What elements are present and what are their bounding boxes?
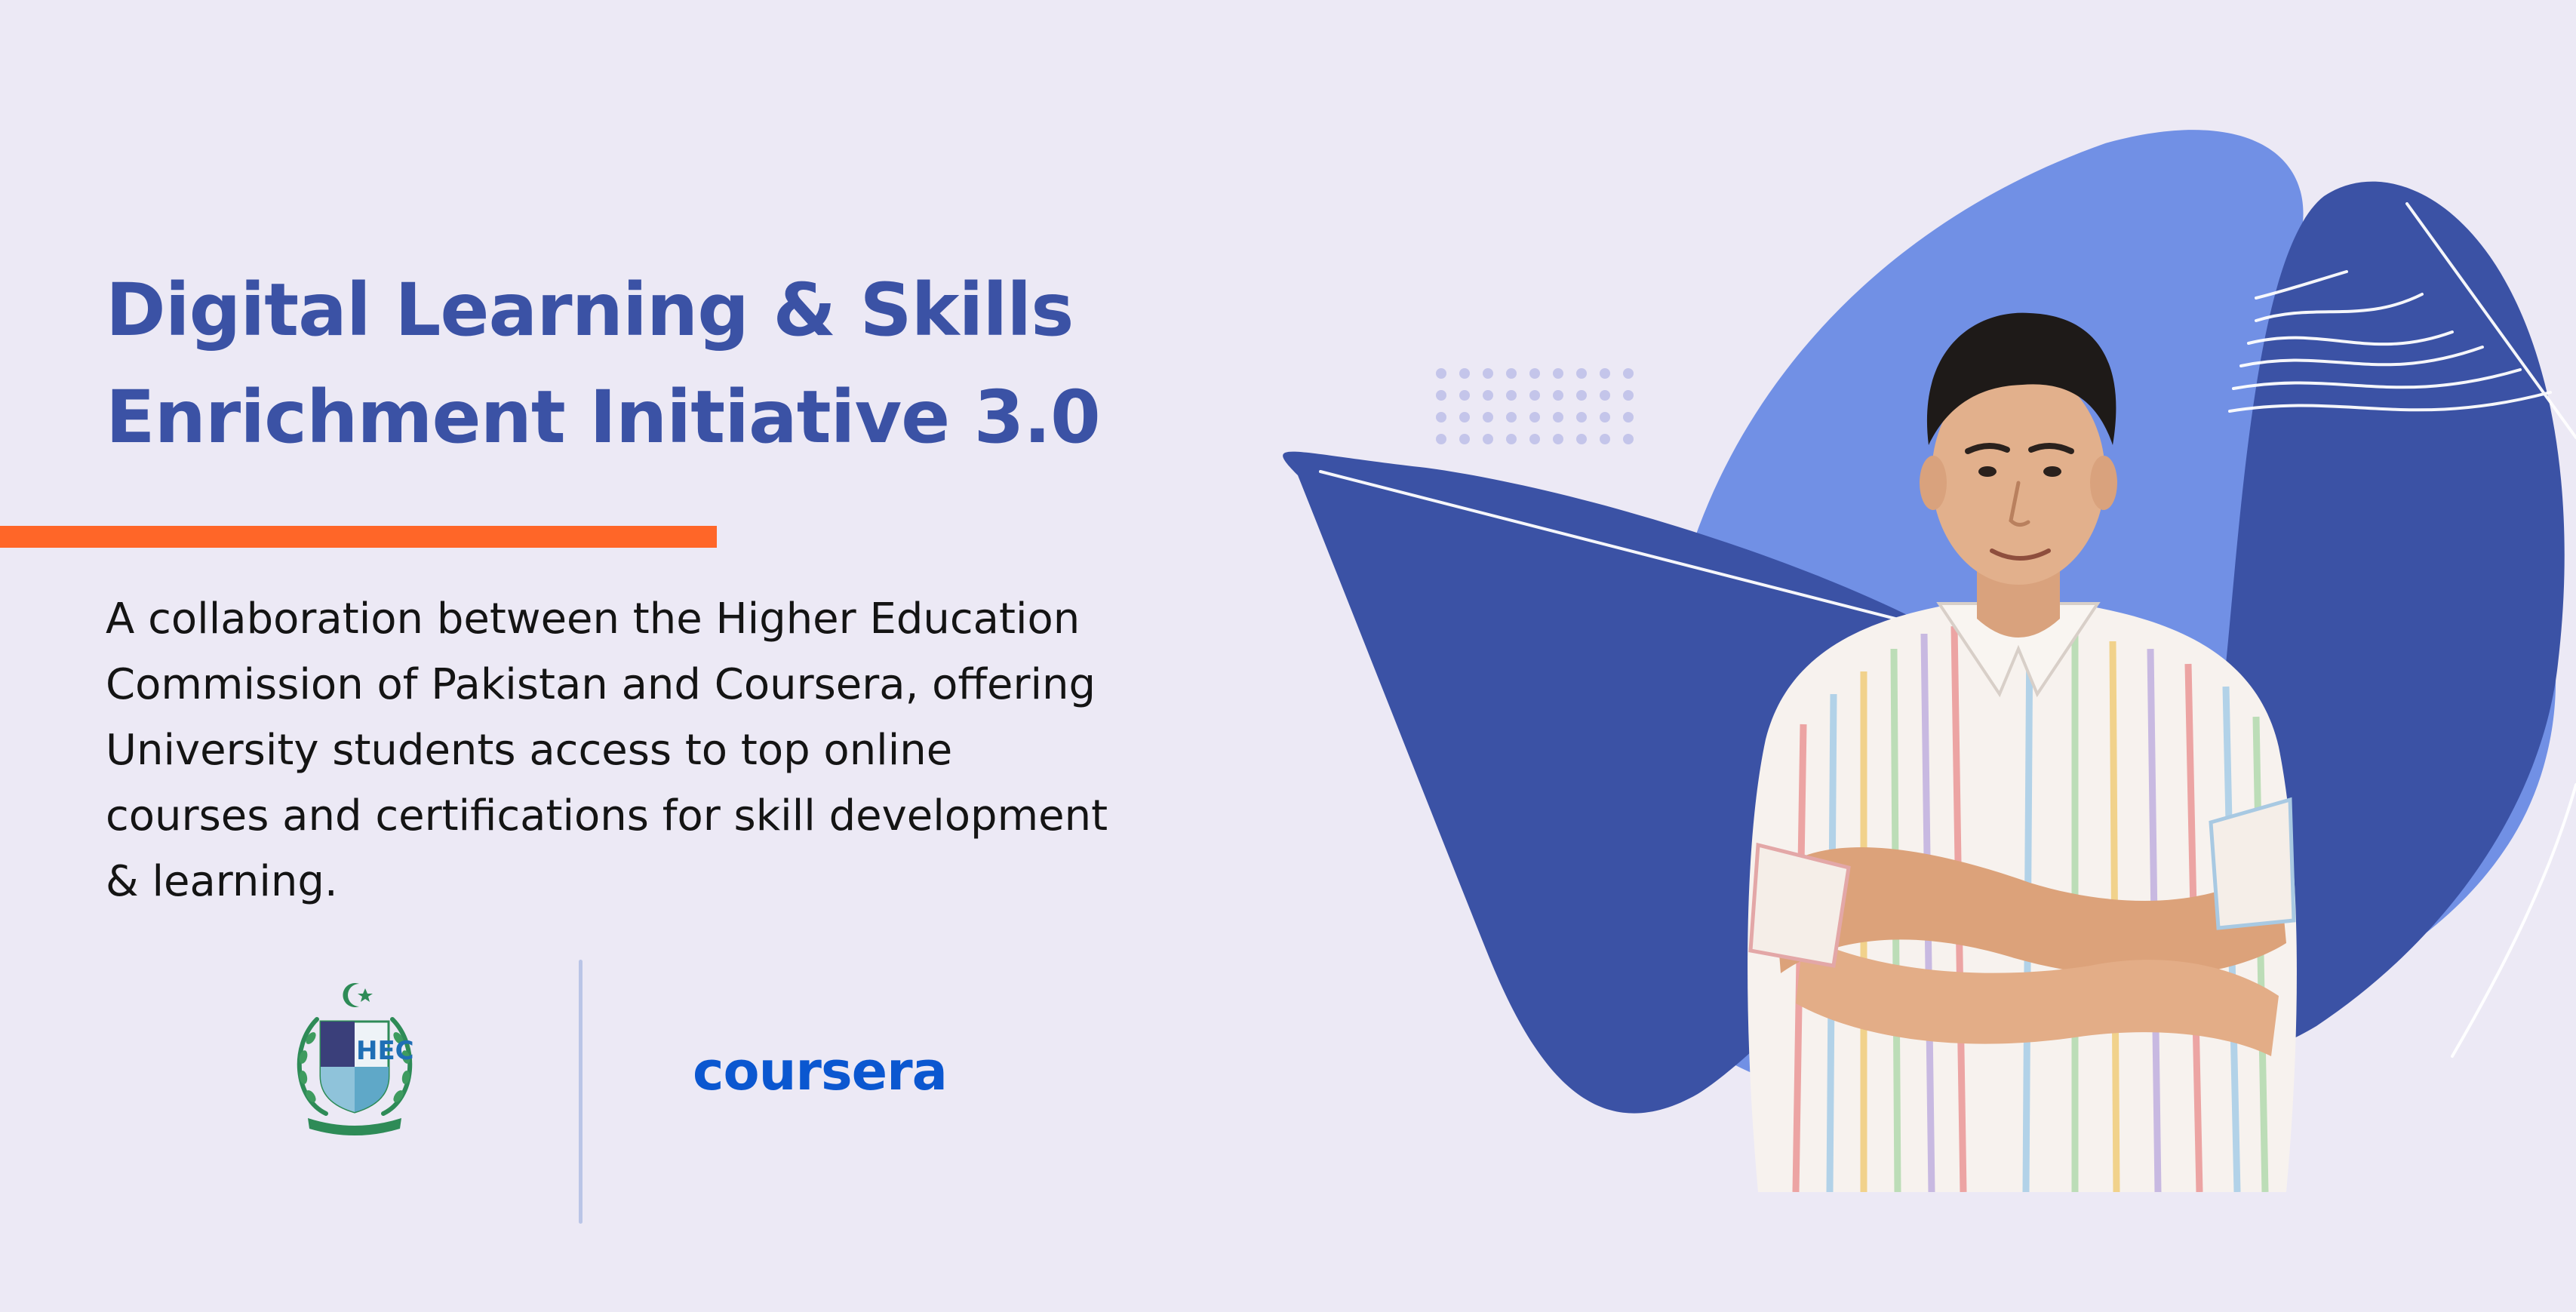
hero-banner: Digital Learning & Skills Enrichment Ini… xyxy=(0,0,2576,1312)
description-line-2: Commission of Pakistan and Coursera, off… xyxy=(106,660,1096,709)
description-line-4: courses and certifications for skill dev… xyxy=(106,791,1108,840)
hero-illustration xyxy=(1283,130,2576,1192)
coursera-logo: coursera xyxy=(693,1040,948,1102)
title-line-1: Digital Learning & Skills xyxy=(106,268,1074,352)
logo-divider xyxy=(579,960,583,1224)
hec-label: HEC xyxy=(356,1036,414,1066)
description-line-1: A collaboration between the Higher Educa… xyxy=(106,595,1081,644)
description: A collaboration between the Higher Educa… xyxy=(106,586,1222,914)
hec-emblem-icon: HEC xyxy=(297,983,414,1135)
page-title: Digital Learning & Skills Enrichment Ini… xyxy=(106,257,1222,471)
title-line-2: Enrichment Initiative 3.0 xyxy=(106,375,1101,459)
accent-bar xyxy=(0,526,717,548)
description-line-3: University students access to top online xyxy=(106,726,953,775)
description-line-5: & learning. xyxy=(106,857,338,906)
